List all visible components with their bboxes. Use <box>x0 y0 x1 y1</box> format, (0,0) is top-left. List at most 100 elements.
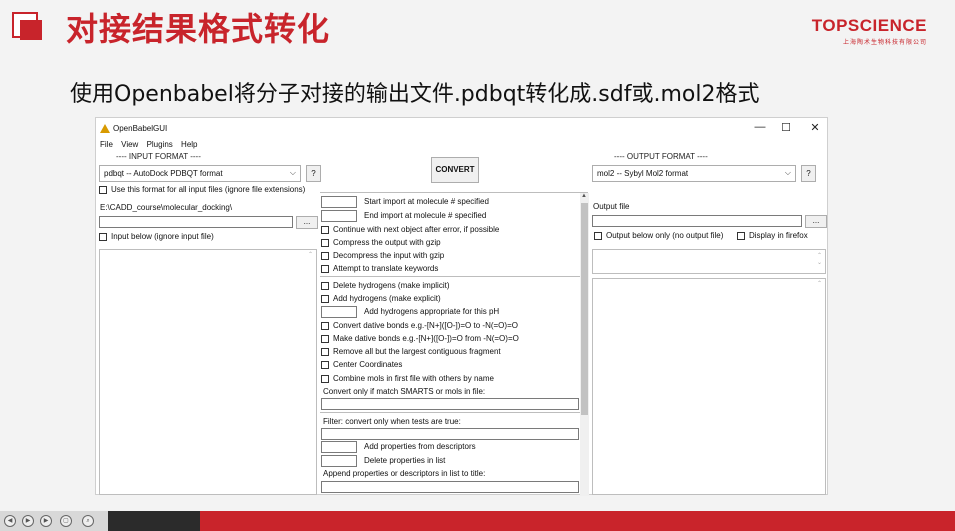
output-file-label: Output file <box>593 202 630 211</box>
previous-slide-icon[interactable]: ◀ <box>4 515 16 527</box>
scroll-up-icon[interactable]: ▲ <box>581 193 587 199</box>
start-import-field[interactable] <box>321 196 357 208</box>
delete-properties-field[interactable] <box>321 455 357 467</box>
add-properties-field[interactable] <box>321 441 357 453</box>
add-hydrogens-checkbox[interactable]: Add hydrogens (make explicit) <box>321 294 441 303</box>
convert-dative-checkbox[interactable]: Convert dative bonds e.g.-[N+]([O-])=O t… <box>321 321 518 330</box>
end-import-field[interactable] <box>321 210 357 222</box>
slide-icon <box>12 12 44 42</box>
chevron-down-icon: ⌵ <box>784 168 791 177</box>
smarts-field[interactable] <box>321 398 579 410</box>
menu-bar: File View Plugins Help <box>100 140 204 149</box>
maximize-button[interactable]: ☐ <box>779 121 793 134</box>
output-info-box[interactable]: ⌃ ⌄ <box>592 249 826 274</box>
scroll-up-icon[interactable]: ⌃ <box>308 252 313 259</box>
checkbox-box <box>321 281 329 290</box>
slides-icon[interactable]: ▢ <box>60 515 72 527</box>
filter-divider <box>320 412 580 413</box>
slide-subtitle: 使用Openbabel将分子对接的输出文件.pdbqt转化成.sdf或.mol2… <box>70 82 760 107</box>
output-below-checkbox[interactable]: Output below only (no output file) <box>594 231 723 240</box>
add-properties-label: Add properties from descriptors <box>364 442 476 451</box>
zoom-icon[interactable]: ⌕ <box>82 515 94 527</box>
smarts-label: Convert only if match SMARTS or mols in … <box>323 387 486 396</box>
logo-brand: TOPSCIENCE <box>811 16 927 35</box>
menu-file[interactable]: File <box>100 140 113 149</box>
ph-field[interactable] <box>321 306 357 318</box>
checkbox-box <box>321 347 329 356</box>
checkbox-box <box>321 238 329 247</box>
continue-after-error-checkbox[interactable]: Continue with next object after error, i… <box>321 225 499 234</box>
end-import-label: End import at molecule # specified <box>364 211 487 220</box>
options-top-divider <box>320 192 588 193</box>
scroll-up-icon[interactable]: ⌃ <box>817 281 822 288</box>
input-below-checkbox[interactable]: Input below (ignore input file) <box>99 232 214 241</box>
combine-mols-checkbox[interactable]: Combine mols in first file with others b… <box>321 374 494 383</box>
input-file-field[interactable] <box>99 216 293 228</box>
largest-fragment-label: Remove all but the largest contiguous fr… <box>333 347 501 356</box>
menu-view[interactable]: View <box>121 140 138 149</box>
output-below-label: Output below only (no output file) <box>606 231 724 240</box>
input-format-select[interactable]: pdbqt -- AutoDock PDBQT format ⌵ <box>99 165 301 182</box>
convert-button[interactable]: CONVERT <box>431 157 479 183</box>
presenter-thumbnail <box>108 511 200 531</box>
window-title: OpenBabelGUI <box>113 124 168 133</box>
scroll-arrows-icon[interactable]: ⌃ ⌄ <box>817 253 822 267</box>
input-format-value: pdbqt -- AutoDock PDBQT format <box>104 169 223 178</box>
delete-hydrogens-checkbox[interactable]: Delete hydrogens (make implicit) <box>321 281 450 290</box>
play-icon[interactable]: ▶ <box>22 515 34 527</box>
menu-help[interactable]: Help <box>181 140 197 149</box>
input-text-area[interactable]: ⌃ <box>99 249 317 495</box>
add-hydrogens-label: Add hydrogens (make explicit) <box>333 294 441 303</box>
make-dative-checkbox[interactable]: Make dative bonds e.g.-[N+]([O-])=O from… <box>321 334 519 343</box>
menu-plugins[interactable]: Plugins <box>147 140 173 149</box>
display-firefox-checkbox[interactable]: Display in firefox <box>737 231 808 240</box>
output-format-select[interactable]: mol2 -- Sybyl Mol2 format ⌵ <box>592 165 796 182</box>
presentation-bar: ◀ ▶ ▶ ▢ ⌕ <box>0 511 955 531</box>
center-coordinates-checkbox[interactable]: Center Coordinates <box>321 360 402 369</box>
input-browse-button[interactable]: ... <box>296 216 318 229</box>
checkbox-box <box>321 321 329 330</box>
next-slide-icon[interactable]: ▶ <box>40 515 52 527</box>
input-format-label: ---- INPUT FORMAT ---- <box>116 152 201 161</box>
output-browse-button[interactable]: ... <box>805 215 827 228</box>
checkbox-box <box>321 334 329 343</box>
input-format-help-button[interactable]: ? <box>306 165 321 182</box>
decompress-gzip-checkbox[interactable]: Decompress the input with gzip <box>321 251 444 260</box>
output-file-field[interactable] <box>592 215 802 227</box>
scrollbar-thumb[interactable] <box>581 203 588 415</box>
output-format-help-button[interactable]: ? <box>801 165 816 182</box>
use-format-all-checkbox[interactable]: Use this format for all input files (ign… <box>99 185 305 194</box>
checkbox-box <box>737 231 745 240</box>
output-format-label: ---- OUTPUT FORMAT ---- <box>614 152 708 161</box>
compress-gzip-label: Compress the output with gzip <box>333 238 441 247</box>
close-button[interactable]: ✕ <box>808 121 822 134</box>
checkbox-box <box>321 264 329 273</box>
title-bar: OpenBabelGUI — ☐ ✕ <box>96 118 827 138</box>
translate-keywords-checkbox[interactable]: Attempt to translate keywords <box>321 264 438 273</box>
checkbox-box <box>321 374 329 383</box>
center-coordinates-label: Center Coordinates <box>333 360 403 369</box>
options-scrollbar[interactable]: ▲ <box>580 193 589 496</box>
output-format-value: mol2 -- Sybyl Mol2 format <box>597 169 689 178</box>
append-properties-field[interactable] <box>321 481 579 493</box>
checkbox-box <box>321 360 329 369</box>
continue-after-error-label: Continue with next object after error, i… <box>333 225 500 234</box>
filter-field[interactable] <box>321 428 579 440</box>
compress-gzip-checkbox[interactable]: Compress the output with gzip <box>321 238 441 247</box>
delete-hydrogens-label: Delete hydrogens (make implicit) <box>333 281 450 290</box>
input-path-label: E:\CADD_course\molecular_docking\ <box>100 203 233 212</box>
minimize-button[interactable]: — <box>753 121 767 133</box>
checkbox-box <box>99 185 107 194</box>
start-import-label: Start import at molecule # specified <box>364 197 489 206</box>
chevron-down-icon: ⌵ <box>289 168 296 177</box>
largest-fragment-checkbox[interactable]: Remove all but the largest contiguous fr… <box>321 347 501 356</box>
output-text-area[interactable]: ⌃ <box>592 278 826 495</box>
filter-label: Filter: convert only when tests are true… <box>323 417 461 426</box>
checkbox-box <box>594 231 602 240</box>
checkbox-box <box>321 294 329 303</box>
combine-mols-label: Combine mols in first file with others b… <box>333 374 494 383</box>
checkbox-box <box>99 232 107 241</box>
decompress-gzip-label: Decompress the input with gzip <box>333 251 445 260</box>
options-divider <box>320 276 580 277</box>
openbabel-window: OpenBabelGUI — ☐ ✕ File View Plugins Hel… <box>95 117 828 496</box>
